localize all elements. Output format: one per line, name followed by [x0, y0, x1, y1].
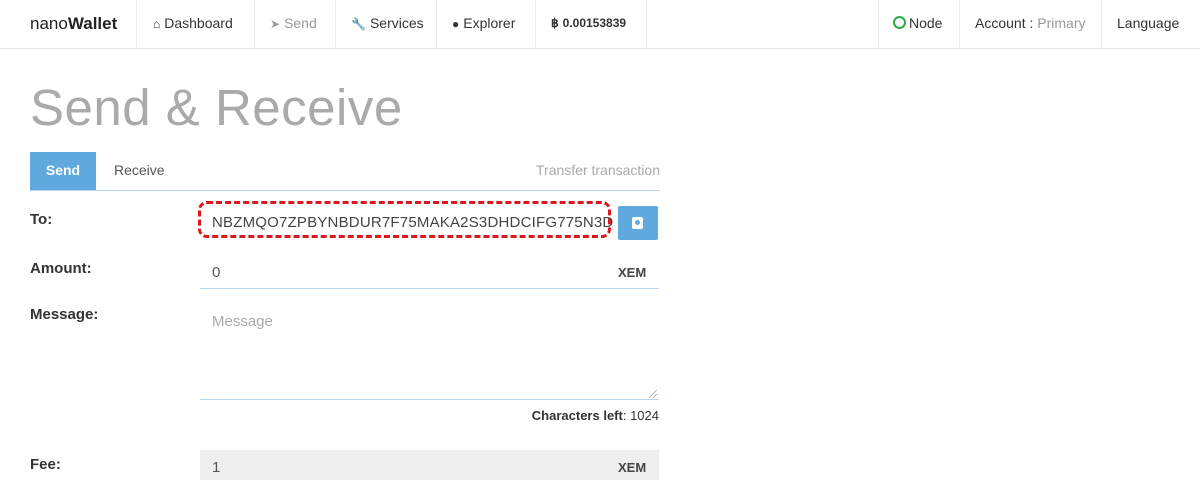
nav-divider [959, 0, 960, 48]
brand-bold: Wallet [67, 14, 118, 33]
recipient-input[interactable]: NBZMQO7ZPBYNBDUR7F75MAKA2S3DHDCIFG775N3D [212, 214, 613, 231]
nav-divider [335, 0, 336, 48]
amount-input[interactable]: 0 [212, 264, 220, 281]
balance-value: 0.00153839 [562, 16, 627, 30]
brand-prefix: nano [30, 14, 68, 33]
nav-divider [254, 0, 255, 48]
nav-services-label: Services [369, 15, 424, 31]
send-receive-tabs: Send Receive Transfer transaction [30, 152, 660, 191]
nav-dashboard[interactable]: ⌂ Dashboard [153, 0, 233, 48]
node-status-icon [893, 16, 906, 29]
address-book-icon [632, 217, 643, 229]
nav-divider [436, 0, 437, 48]
amount-label: Amount: [30, 260, 92, 277]
page-title: Send & Receive [30, 79, 403, 136]
nav-node[interactable]: Node [893, 0, 942, 48]
account-label: Account : [975, 15, 1034, 31]
paper-plane-icon: ➤ [270, 17, 281, 31]
nav-divider [646, 0, 647, 48]
textarea-resize-handle[interactable] [649, 390, 657, 398]
home-icon: ⌂ [153, 17, 161, 31]
nav-send[interactable]: ➤ Send [270, 0, 317, 48]
nav-divider [1101, 0, 1102, 48]
nav-explorer[interactable]: ● Explorer [452, 0, 515, 48]
nav-language-label: Language [1117, 15, 1180, 31]
address-book-button[interactable] [618, 206, 658, 240]
transaction-type-hint: Transfer transaction [536, 162, 660, 178]
characters-left-value: : 1024 [622, 408, 659, 423]
characters-left: Characters left: 1024 [532, 408, 659, 423]
brand-logo[interactable]: nanoWallet [30, 14, 117, 34]
nav-dashboard-label: Dashboard [164, 15, 233, 31]
fee-field [200, 450, 659, 480]
nav-divider [878, 0, 879, 48]
nav-divider [136, 0, 137, 48]
amount-unit: XEM [618, 265, 647, 280]
nav-services[interactable]: 🔧 Services [351, 0, 424, 48]
message-label: Message: [30, 306, 99, 323]
fee-label: Fee: [30, 456, 61, 473]
top-navbar: nanoWallet ⌂ Dashboard ➤ Send 🔧 Services ● E… [0, 0, 1200, 49]
nav-divider [535, 0, 536, 48]
amount-field[interactable] [200, 255, 659, 289]
nav-explorer-label: Explorer [463, 15, 516, 31]
nav-send-label: Send [284, 15, 317, 31]
characters-left-label: Characters left [531, 408, 623, 423]
nav-language[interactable]: Language [1117, 0, 1179, 48]
fee-value: 1 [212, 459, 221, 476]
to-label: To: [30, 211, 53, 228]
fee-unit: XEM [618, 460, 647, 475]
bitcoin-icon: ฿ [551, 16, 559, 30]
nav-balance[interactable]: ฿ 0.00153839 [551, 0, 626, 48]
message-placeholder: Message [212, 313, 273, 330]
nav-account[interactable]: Account : Primary [975, 0, 1086, 48]
tab-send[interactable]: Send [30, 152, 96, 190]
wrench-icon: 🔧 [351, 17, 366, 31]
account-name: Primary [1037, 15, 1086, 31]
globe-icon: ● [452, 17, 460, 31]
tab-receive[interactable]: Receive [114, 152, 165, 190]
nav-node-label: Node [909, 15, 943, 31]
